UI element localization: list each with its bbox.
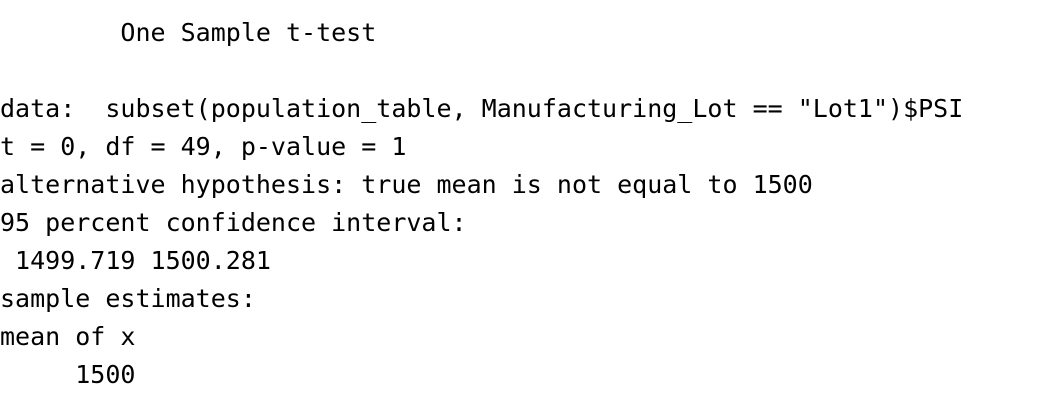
test-title: One Sample t-test [0,18,377,47]
data-line: data: subset(population_table, Manufactu… [0,94,964,123]
stats-line: t = 0, df = 49, p-value = 1 [0,132,407,161]
console-output: One Sample t-test data: subset(populatio… [0,14,1048,404]
alternative-hypothesis-line: alternative hypothesis: true mean is not… [0,170,813,199]
sample-estimates-header: sample estimates: [0,284,256,313]
estimate-value: 1500 [0,360,136,389]
confidence-interval-values: 1499.719 1500.281 [0,246,271,275]
estimate-label: mean of x [0,322,136,351]
confidence-interval-header: 95 percent confidence interval: [0,208,467,237]
